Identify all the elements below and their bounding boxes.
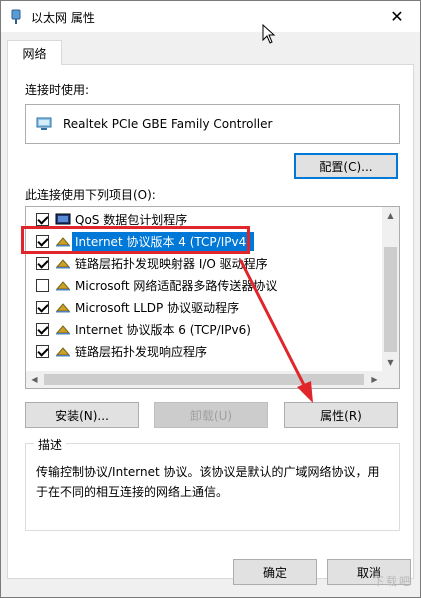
item-label: Microsoft 网络适配器多路传送器协议 — [75, 278, 278, 293]
close-icon: ✕ — [390, 7, 404, 26]
item-checkbox[interactable] — [36, 212, 49, 226]
item-checkbox[interactable] — [36, 300, 49, 314]
network-protocol-icon — [55, 259, 71, 269]
connect-using-label: 连接时使用: — [25, 83, 90, 97]
properties-button[interactable]: 属性(R) — [284, 402, 398, 428]
item-checkbox[interactable] — [36, 322, 49, 336]
list-item[interactable]: Internet 协议版本 6 (TCP/IPv6) — [26, 318, 383, 340]
tab-network[interactable]: 网络 — [7, 40, 62, 65]
qos-scheduler-icon — [55, 213, 71, 225]
list-item[interactable]: Microsoft 网络适配器多路传送器协议 — [26, 274, 383, 296]
item-label: QoS 数据包计划程序 — [75, 212, 188, 227]
network-protocol-icon — [55, 347, 71, 357]
description-legend: 描述 — [34, 436, 67, 453]
install-button[interactable]: 安装(N)... — [25, 402, 139, 428]
dialog-body: 网络 连接时使用: Realtek PCIe GBE Family Contro… — [1, 32, 420, 597]
list-item[interactable]: 链路层拓扑发现响应程序 — [26, 340, 383, 362]
tab-label: 网络 — [22, 46, 47, 61]
item-label: 链路层拓扑发现映射器 I/O 驱动程序 — [75, 256, 268, 271]
horizontal-scrollbar[interactable]: ◀ ▶ — [26, 371, 399, 388]
title-bar[interactable]: 以太网 属性 ✕ — [1, 1, 420, 32]
scroll-left-icon[interactable]: ◀ — [26, 371, 43, 388]
scroll-thumb[interactable] — [384, 247, 397, 352]
network-adapter-icon — [11, 9, 21, 24]
network-protocol-icon — [55, 303, 71, 313]
scroll-up-icon[interactable]: ▲ — [382, 207, 399, 224]
mouse-cursor-icon — [262, 24, 276, 44]
item-label: Microsoft LLDP 协议驱动程序 — [75, 300, 240, 315]
list-item[interactable]: Microsoft LLDP 协议驱动程序 — [26, 296, 383, 318]
item-checkbox[interactable] — [36, 256, 49, 270]
item-checkbox[interactable] — [36, 344, 49, 358]
scroll-down-icon[interactable]: ▼ — [382, 354, 399, 371]
properties-window: 以太网 属性 ✕ 网络 连接时使用: Realtek PCIe GBE Fami… — [0, 0, 421, 598]
adapter-name: Realtek PCIe GBE Family Controller — [63, 117, 273, 131]
scroll-thumb[interactable] — [44, 374, 364, 385]
vertical-scrollbar[interactable]: ▲ ▼ — [382, 207, 399, 371]
tab-panel: 连接时使用: Realtek PCIe GBE Family Controlle… — [7, 64, 414, 579]
item-checkbox[interactable] — [36, 278, 49, 292]
configure-button[interactable]: 配置(C)... — [294, 153, 398, 179]
adapter-field: Realtek PCIe GBE Family Controller — [25, 104, 400, 144]
network-adapter-icon — [36, 117, 52, 130]
network-protocol-icon — [55, 281, 71, 291]
item-label: Internet 协议版本 6 (TCP/IPv6) — [75, 322, 251, 337]
list-item[interactable]: 链路层拓扑发现映射器 I/O 驱动程序 — [26, 252, 383, 274]
window-title: 以太网 属性 — [31, 11, 95, 25]
ok-button[interactable]: 确定 — [233, 559, 317, 585]
uninstall-button[interactable]: 卸载(U) — [154, 402, 268, 428]
description-group: 描述 传输控制协议/Internet 协议。该协议是默认的广域网络协议，用于在不… — [25, 436, 400, 531]
close-button[interactable]: ✕ — [374, 1, 420, 32]
description-text: 传输控制协议/Internet 协议。该协议是默认的广域网络协议，用于在不同的相… — [36, 465, 380, 499]
items-label: 此连接使用下列项目(O): — [25, 188, 156, 202]
annotation-highlight-box — [21, 226, 250, 254]
scroll-right-icon[interactable]: ▶ — [366, 371, 383, 388]
network-protocol-icon — [55, 325, 71, 335]
item-label: 链路层拓扑发现响应程序 — [75, 344, 208, 359]
watermark: 下载吧 — [373, 575, 412, 588]
